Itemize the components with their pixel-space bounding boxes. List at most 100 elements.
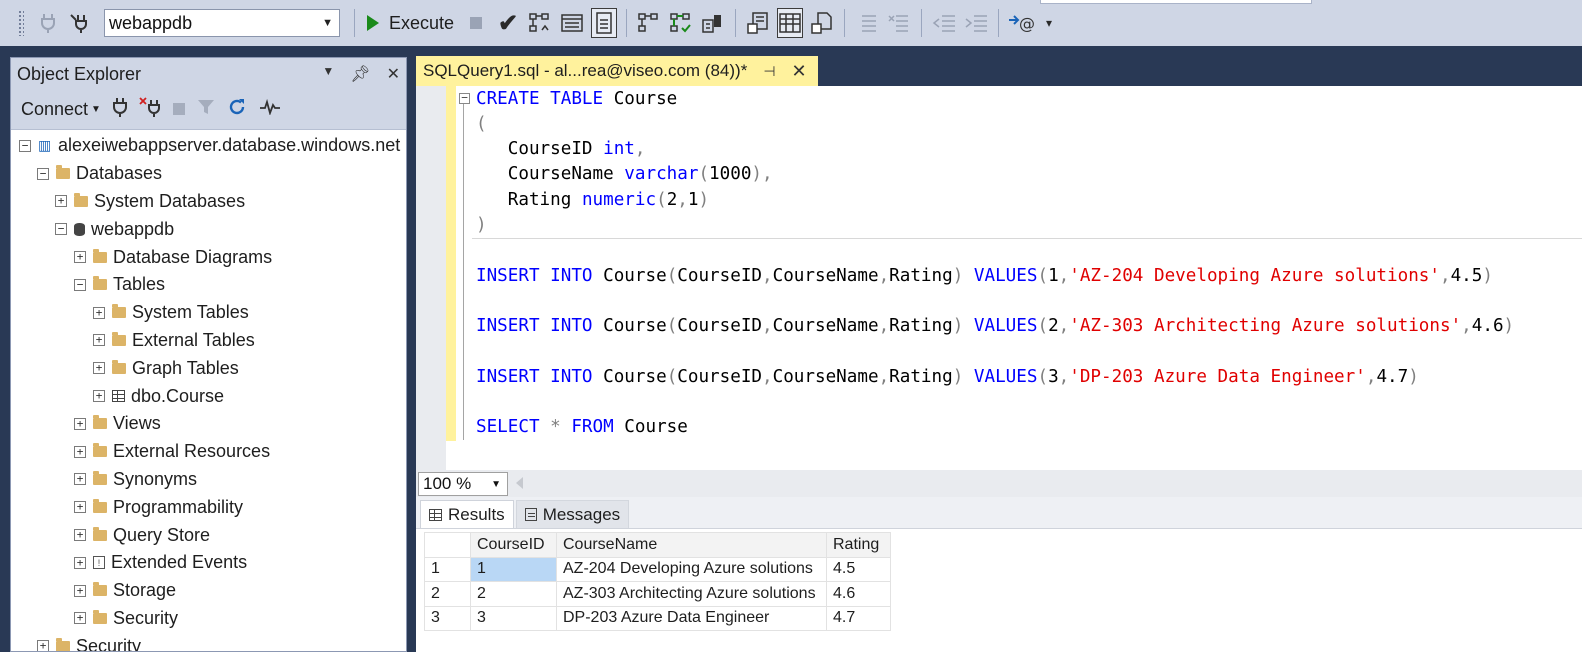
grid-cell[interactable]: 4.6 [826,581,891,607]
tree-node[interactable]: + System Tables [11,299,406,327]
increase-indent-icon[interactable] [963,8,989,38]
tree-node[interactable]: − Tables [11,271,406,299]
comment-lines-icon[interactable] [854,8,880,38]
connect-plug-icon[interactable] [112,97,127,122]
filter-icon[interactable] [197,98,215,121]
stop-icon[interactable] [172,99,185,120]
actual-plan-icon[interactable] [668,8,694,38]
grid-cell[interactable]: AZ-204 Developing Azure solutions [556,556,827,582]
results-to-grid-icon[interactable] [777,8,804,38]
row-number[interactable]: 3 [424,605,471,631]
activity-monitor-icon[interactable] [259,98,281,120]
query-editor[interactable]: − CREATE TABLE Course( CourseID int, Cou… [416,86,1582,470]
table-row[interactable]: 2 2 AZ-303 Architecting Azure solutions 4.6 [424,581,891,607]
tree-node[interactable]: + Database Diagrams [11,243,406,271]
row-number[interactable]: 2 [424,581,471,607]
row-number[interactable]: 1 [424,556,471,582]
tree-node[interactable]: − webappdb [11,215,406,243]
results-to-text-icon[interactable] [745,8,771,38]
tree-node[interactable]: − Databases [11,160,406,188]
tree-node[interactable]: + External Resources [11,438,406,466]
intellisense-icon[interactable] [591,8,618,38]
plug-icon[interactable] [35,8,61,38]
expand-icon[interactable]: + [93,390,105,403]
expand-icon[interactable]: + [74,445,86,458]
parse-checkmark-icon[interactable]: ✔ [495,8,521,38]
uncomment-lines-icon[interactable] [886,8,912,38]
table-row[interactable]: 1 1 AZ-204 Developing Azure solutions 4.5 [424,556,891,582]
grid-cell[interactable]: 1 [470,556,557,582]
tree-node[interactable]: +! Extended Events [11,549,406,577]
toolbar-grip[interactable] [18,10,24,36]
grid-cell[interactable]: 4.5 [826,556,891,582]
expand-icon[interactable]: + [74,584,86,597]
tree-node[interactable]: + dbo.Course [11,382,406,410]
tree-node[interactable]: + Views [11,410,406,438]
expand-icon[interactable]: + [93,362,105,375]
toolbar-overflow-icon[interactable]: ▾ [1042,8,1056,38]
scroll-left-icon[interactable] [516,477,523,489]
expand-icon[interactable]: + [37,640,49,651]
tree-node[interactable]: + Query Store [11,521,406,549]
decrease-indent-icon[interactable] [931,8,957,38]
tab-messages[interactable]: Messages [515,500,630,528]
results-to-file-icon[interactable] [809,8,835,38]
close-icon[interactable]: ✕ [387,64,400,84]
expand-icon[interactable]: + [74,556,86,569]
column-header[interactable]: CourseID [470,532,557,558]
database-select[interactable]: webappdb ▼ [104,9,340,37]
tree-node[interactable]: − ▥ alexeiwebappserver.database.windows.ne… [11,132,406,160]
column-header[interactable]: CourseName [556,532,827,558]
expand-icon[interactable]: + [74,417,86,430]
tree-node[interactable]: + Synonyms [11,466,406,494]
window-position-dropdown-icon[interactable]: ▼ [322,64,334,84]
collapse-region-icon[interactable]: − [459,92,470,104]
grid-cell[interactable]: DP-203 Azure Data Engineer [556,605,827,631]
tree-node[interactable]: + External Tables [11,327,406,355]
tree-node[interactable]: + System Databases [11,188,406,216]
connect-button[interactable]: Connect ▼ [21,99,101,120]
change-connection-icon[interactable] [67,8,93,38]
tree-node[interactable]: + Security [11,605,406,633]
collapse-icon[interactable]: − [55,223,67,236]
grid-cell[interactable]: 4.7 [826,605,891,631]
refresh-icon[interactable] [227,97,247,122]
tree-node[interactable]: + Programmability [11,493,406,521]
grid-cell[interactable]: AZ-303 Architecting Azure solutions [556,581,827,607]
query-plan-icon[interactable] [527,8,553,38]
tab-results[interactable]: Results [420,500,514,528]
row-number-header[interactable] [424,532,471,558]
code-token: , [634,139,646,160]
expand-icon[interactable]: + [74,251,86,264]
disconnect-icon[interactable] [139,97,161,122]
zoom-select[interactable]: 100 % ▼ [418,472,508,496]
tree-node[interactable]: + Graph Tables [11,354,406,382]
estimated-plan-icon[interactable] [636,8,662,38]
expand-icon[interactable]: + [74,473,86,486]
expand-icon[interactable]: + [74,529,86,542]
collapse-icon[interactable]: − [74,278,86,291]
collapse-icon[interactable]: − [19,139,31,152]
column-header[interactable]: Rating [826,532,891,558]
pin-icon[interactable]: 📌︎ [350,64,370,84]
grid-cell[interactable]: 3 [470,605,557,631]
tree-node[interactable]: + Storage [11,577,406,605]
expand-icon[interactable]: + [93,306,105,319]
expand-icon[interactable]: + [93,334,105,347]
tree-node[interactable]: + Security [11,632,406,651]
stop-icon[interactable] [463,8,489,38]
expand-icon[interactable]: + [74,612,86,625]
query-options-icon[interactable] [559,8,585,38]
tab-sqlquery1[interactable]: SQLQuery1.sql - al...rea@viseo.com (84))… [416,56,818,86]
specify-template-values-icon[interactable]: @ [1008,8,1036,38]
client-statistics-icon[interactable] [700,8,726,38]
pin-icon[interactable]: ⊣ [763,63,775,80]
close-icon[interactable]: ✕ [792,61,807,82]
expand-icon[interactable]: + [74,501,86,514]
folder-icon [74,192,88,207]
expand-icon[interactable]: + [55,195,67,208]
execute-button[interactable]: Execute [361,13,460,34]
grid-cell[interactable]: 2 [470,581,557,607]
table-row[interactable]: 3 3 DP-203 Azure Data Engineer 4.7 [424,605,891,631]
collapse-icon[interactable]: − [37,167,49,180]
